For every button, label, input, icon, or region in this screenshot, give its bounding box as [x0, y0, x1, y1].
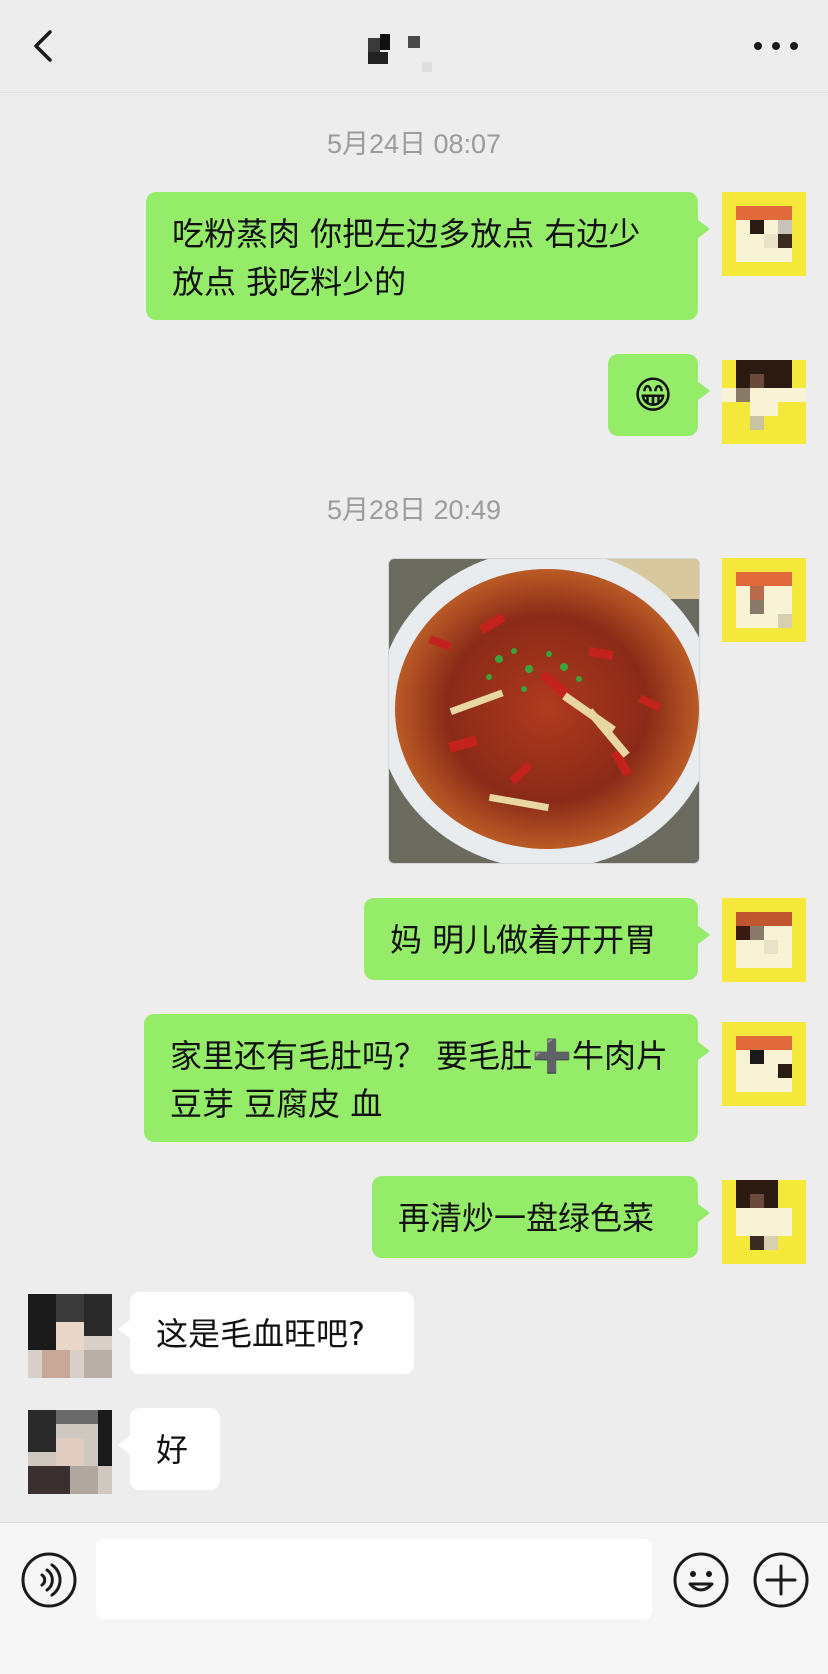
more-dots-icon	[754, 42, 798, 50]
my-avatar[interactable]	[722, 898, 806, 982]
back-button[interactable]	[24, 24, 68, 68]
message-bubble-received[interactable]: 这是毛血旺吧?	[118, 1292, 414, 1374]
my-avatar[interactable]	[722, 1022, 806, 1106]
message-bubble-sent[interactable]: 吃粉蒸肉 你把左边多放点 右边少放点 我吃料少的	[146, 192, 710, 320]
emoji-button[interactable]	[672, 1551, 730, 1609]
my-avatar[interactable]	[722, 360, 806, 444]
food-photo-icon	[389, 559, 699, 863]
my-avatar[interactable]	[722, 192, 806, 276]
message-bubble-sent[interactable]: 再清炒一盘绿色菜	[372, 1176, 710, 1258]
chat-header	[0, 0, 828, 93]
food-photo[interactable]	[388, 558, 700, 864]
message-input[interactable]	[96, 1539, 652, 1619]
my-avatar[interactable]	[722, 1180, 806, 1264]
message-bubble-sent[interactable]: 家里还有毛肚吗？ 要毛肚➕牛肉片 豆芽 豆腐皮 血	[144, 1014, 710, 1142]
contact-avatar[interactable]	[28, 1294, 112, 1378]
chat-title	[366, 32, 446, 78]
voice-button[interactable]	[20, 1551, 78, 1609]
contact-avatar[interactable]	[28, 1410, 112, 1494]
voice-icon	[21, 1552, 77, 1608]
message-bubble-received[interactable]: 好	[118, 1408, 220, 1490]
message-bubble-sent[interactable]: 😁	[608, 354, 710, 436]
emoji-icon	[673, 1552, 729, 1608]
my-avatar[interactable]	[722, 558, 806, 642]
chevron-left-icon	[34, 30, 52, 62]
more-options-button[interactable]	[748, 24, 804, 68]
message-timestamp: 5月28日 20:49	[326, 495, 502, 525]
plus-icon	[753, 1552, 809, 1608]
add-button[interactable]	[752, 1551, 810, 1609]
message-timestamp: 5月24日 08:07	[326, 129, 502, 159]
input-bar	[0, 1522, 828, 1674]
message-bubble-sent[interactable]: 妈 明儿做着开开胃	[364, 898, 710, 980]
grinning-emoji-icon: 😁	[633, 373, 673, 417]
